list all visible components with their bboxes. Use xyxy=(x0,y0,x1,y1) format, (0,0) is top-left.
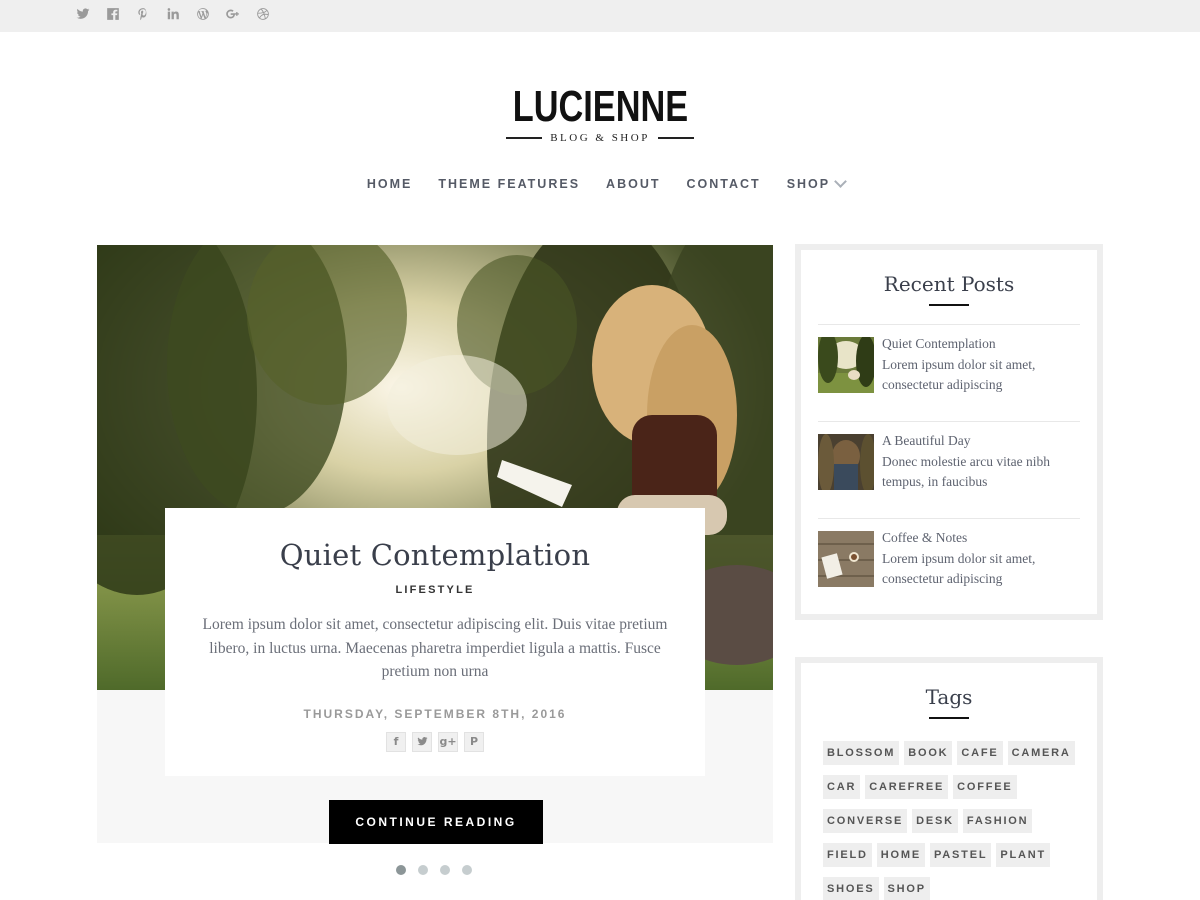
tag-desk[interactable]: DESK xyxy=(912,809,958,833)
tag-cloud: BLOSSOM BOOK CAFE CAMERA CAR CAREFREE CO… xyxy=(823,741,1085,900)
slider-dot[interactable] xyxy=(462,865,472,875)
list-item[interactable]: Quiet Contemplation Lorem ipsum dolor si… xyxy=(818,324,1080,421)
nav-about[interactable]: ABOUT xyxy=(606,177,660,191)
chevron-down-icon[interactable] xyxy=(834,175,847,188)
widget-title: Tags xyxy=(925,685,973,709)
nav-contact[interactable]: CONTACT xyxy=(687,177,761,191)
recent-post-excerpt: Lorem ipsum dolor sit amet, consectetur … xyxy=(882,356,1036,393)
tag-converse[interactable]: CONVERSE xyxy=(823,809,908,833)
post-thumbnail[interactable] xyxy=(818,531,874,587)
post-title[interactable]: Quiet Contemplation xyxy=(165,538,705,572)
post-thumbnail[interactable] xyxy=(818,337,874,393)
widget-title-underline xyxy=(929,304,969,306)
recent-post-title[interactable]: Coffee & Notes xyxy=(882,528,1080,549)
tag-home[interactable]: HOME xyxy=(876,843,925,867)
recent-post-text: Coffee & Notes Lorem ipsum dolor sit ame… xyxy=(882,528,1080,615)
nav-shop-label: SHOP xyxy=(786,177,831,191)
tag-carefree[interactable]: CAREFREE xyxy=(865,775,949,799)
slider-pagination xyxy=(396,865,472,875)
post-date: THURSDAY, SEPTEMBER 8TH, 2016 xyxy=(303,706,567,721)
featured-slider: Quiet Contemplation LIFESTYLE Lorem ipsu… xyxy=(97,245,773,844)
tag-shop[interactable]: SHOP xyxy=(883,877,930,900)
logo-divider-left xyxy=(506,137,543,139)
google-plus-icon[interactable] xyxy=(226,5,256,23)
nav-shop[interactable]: SHOP xyxy=(786,175,847,191)
logo-subtitle: BLOG & SHOP xyxy=(550,132,650,144)
tag-blossom[interactable]: BLOSSOM xyxy=(823,741,900,765)
tag-camera[interactable]: CAMERA xyxy=(1007,741,1075,765)
tag-coffee[interactable]: COFFEE xyxy=(953,775,1017,799)
tag-plant[interactable]: PLANT xyxy=(996,843,1051,867)
continue-reading-button[interactable]: CONTINUE READING xyxy=(329,800,543,844)
nav-theme-features[interactable]: THEME FEATURES xyxy=(438,177,580,191)
logo-divider-right xyxy=(657,137,694,139)
share-buttons: f g+ P xyxy=(165,731,705,752)
top-bar xyxy=(0,0,1200,32)
tag-pastel[interactable]: PASTEL xyxy=(929,843,992,867)
pinterest-icon[interactable] xyxy=(136,5,166,23)
site-logo[interactable]: LUCIENNE BLOG & SHOP xyxy=(0,82,1200,144)
slider-dot[interactable] xyxy=(440,865,450,875)
linkedin-icon[interactable] xyxy=(166,5,196,23)
twitter-icon[interactable] xyxy=(76,5,106,23)
slider-dot[interactable] xyxy=(418,865,428,875)
recent-post-excerpt: Lorem ipsum dolor sit amet, consectetur … xyxy=(882,550,1036,587)
recent-post-excerpt: Donec molestie arcu vitae nibh tempus, i… xyxy=(882,453,1050,490)
recent-post-text: A Beautiful Day Donec molestie arcu vita… xyxy=(882,431,1080,518)
list-item[interactable]: Coffee & Notes Lorem ipsum dolor sit ame… xyxy=(818,518,1080,615)
tags-widget: Tags BLOSSOM BOOK CAFE CAMERA CAR CAREFR… xyxy=(795,657,1103,900)
list-item[interactable]: A Beautiful Day Donec molestie arcu vita… xyxy=(818,421,1080,518)
recent-post-text: Quiet Contemplation Lorem ipsum dolor si… xyxy=(882,334,1080,421)
twitter-icon[interactable] xyxy=(412,731,432,752)
facebook-icon[interactable] xyxy=(106,5,136,23)
widget-title-underline xyxy=(929,717,969,719)
pinterest-icon[interactable]: P xyxy=(464,731,484,752)
social-links xyxy=(76,5,286,23)
tag-book[interactable]: BOOK xyxy=(904,741,953,765)
recent-post-title[interactable]: A Beautiful Day xyxy=(882,431,1080,452)
wordpress-icon[interactable] xyxy=(196,5,226,23)
tag-fashion[interactable]: FASHION xyxy=(962,809,1033,833)
tag-car[interactable]: CAR xyxy=(823,775,861,799)
nav-home[interactable]: HOME xyxy=(367,177,413,191)
featured-post-card: Quiet Contemplation LIFESTYLE Lorem ipsu… xyxy=(165,508,705,776)
main-nav: HOME THEME FEATURES ABOUT CONTACT SHOP xyxy=(0,175,1200,191)
logo-subtitle-row: BLOG & SHOP xyxy=(0,132,1200,144)
logo-title: LUCIENNE xyxy=(512,82,688,131)
tag-shoes[interactable]: SHOES xyxy=(823,877,879,900)
tag-cafe[interactable]: CAFE xyxy=(957,741,1003,765)
dribbble-icon[interactable] xyxy=(256,5,286,23)
recent-posts-widget: Recent Posts Quiet Contemplation Lorem i… xyxy=(795,244,1103,620)
slider-dot[interactable] xyxy=(396,865,406,875)
tag-field[interactable]: FIELD xyxy=(823,843,872,867)
recent-posts-list: Quiet Contemplation Lorem ipsum dolor si… xyxy=(818,324,1080,615)
facebook-icon[interactable]: f xyxy=(386,731,406,752)
post-category[interactable]: LIFESTYLE xyxy=(165,584,705,596)
post-excerpt: Lorem ipsum dolor sit amet, consectetur … xyxy=(202,616,668,680)
recent-post-title[interactable]: Quiet Contemplation xyxy=(882,334,1080,355)
post-thumbnail[interactable] xyxy=(818,434,874,490)
google-plus-icon[interactable]: g+ xyxy=(438,731,458,752)
widget-title: Recent Posts xyxy=(883,272,1015,296)
